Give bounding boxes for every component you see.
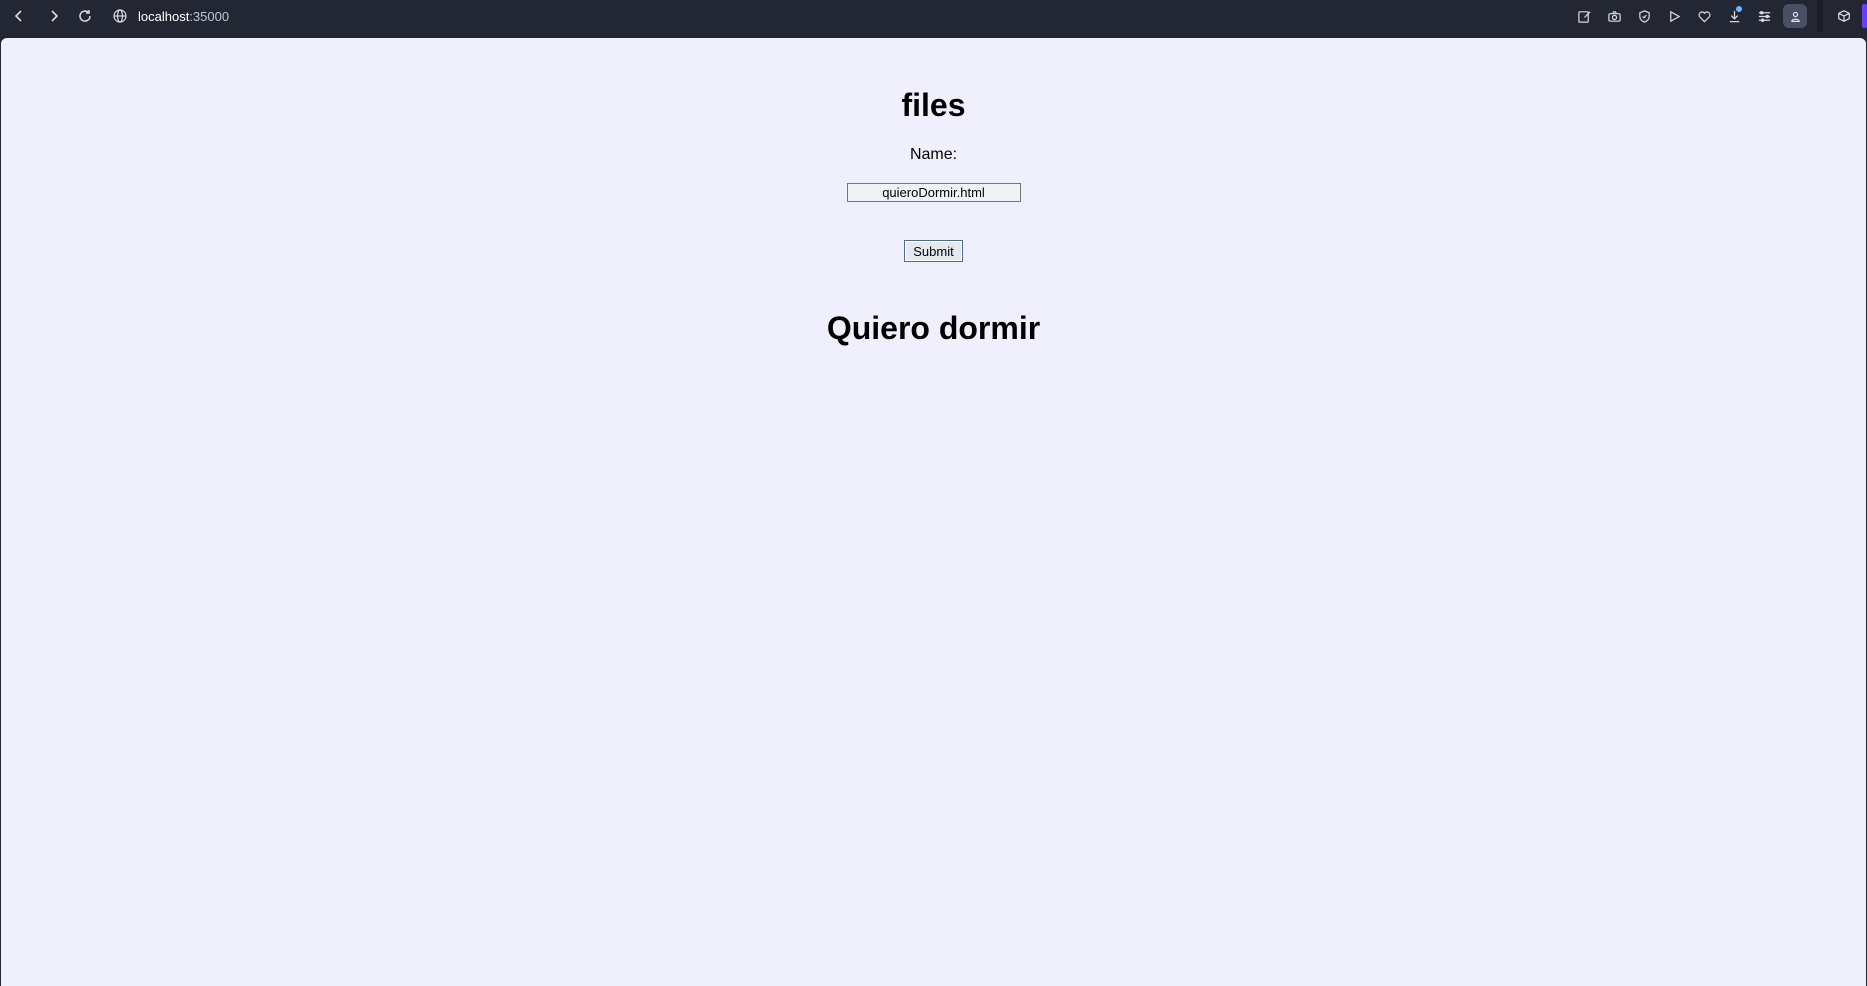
output-heading: Quiero dormir	[826, 310, 1041, 346]
send-icon	[1669, 10, 1680, 22]
send-button[interactable]	[1659, 1, 1689, 31]
browser-toolbar: localhost:35000	[0, 0, 1867, 32]
back-icon	[14, 10, 22, 22]
profile-icon	[1790, 11, 1800, 22]
page-viewport: files Name: Submit Quiero dormir	[1, 38, 1866, 986]
forward-button[interactable]	[41, 3, 67, 29]
edit-icon	[1577, 10, 1591, 23]
menu-icon	[1758, 10, 1770, 22]
toolbar-divider	[1817, 0, 1823, 32]
favorites-button[interactable]	[1689, 1, 1719, 31]
name-label: Name:	[909, 146, 958, 163]
address-host: localhost	[138, 8, 190, 24]
back-button[interactable]	[6, 3, 32, 29]
reload-button[interactable]	[72, 3, 98, 29]
extensions-icon	[1838, 10, 1850, 22]
edit-button[interactable]	[1569, 1, 1599, 31]
name-input-container	[1, 183, 1866, 202]
camera-icon	[1607, 10, 1621, 22]
globe-icon	[113, 9, 127, 23]
page-title: files	[901, 87, 966, 123]
reload-icon	[79, 10, 91, 22]
heart-icon	[1697, 10, 1711, 23]
address-bar[interactable]: localhost:35000	[112, 3, 612, 29]
toolbar-actions	[1569, 0, 1867, 32]
menu-button[interactable]	[1749, 1, 1779, 31]
profile-button[interactable]	[1783, 4, 1807, 28]
downloads-button[interactable]	[1719, 1, 1749, 31]
shield-icon	[1638, 9, 1650, 23]
extensions-button[interactable]	[1829, 1, 1859, 31]
download-badge	[1736, 6, 1742, 12]
submit-container: Submit	[1, 240, 1866, 262]
screenshot-button[interactable]	[1599, 1, 1629, 31]
sidebar-accent	[1862, 4, 1867, 28]
name-input[interactable]	[846, 183, 1021, 202]
submit-button[interactable]: Submit	[904, 240, 963, 262]
shield-button[interactable]	[1629, 1, 1659, 31]
forward-icon	[51, 10, 59, 22]
address-port: :35000	[189, 8, 230, 24]
